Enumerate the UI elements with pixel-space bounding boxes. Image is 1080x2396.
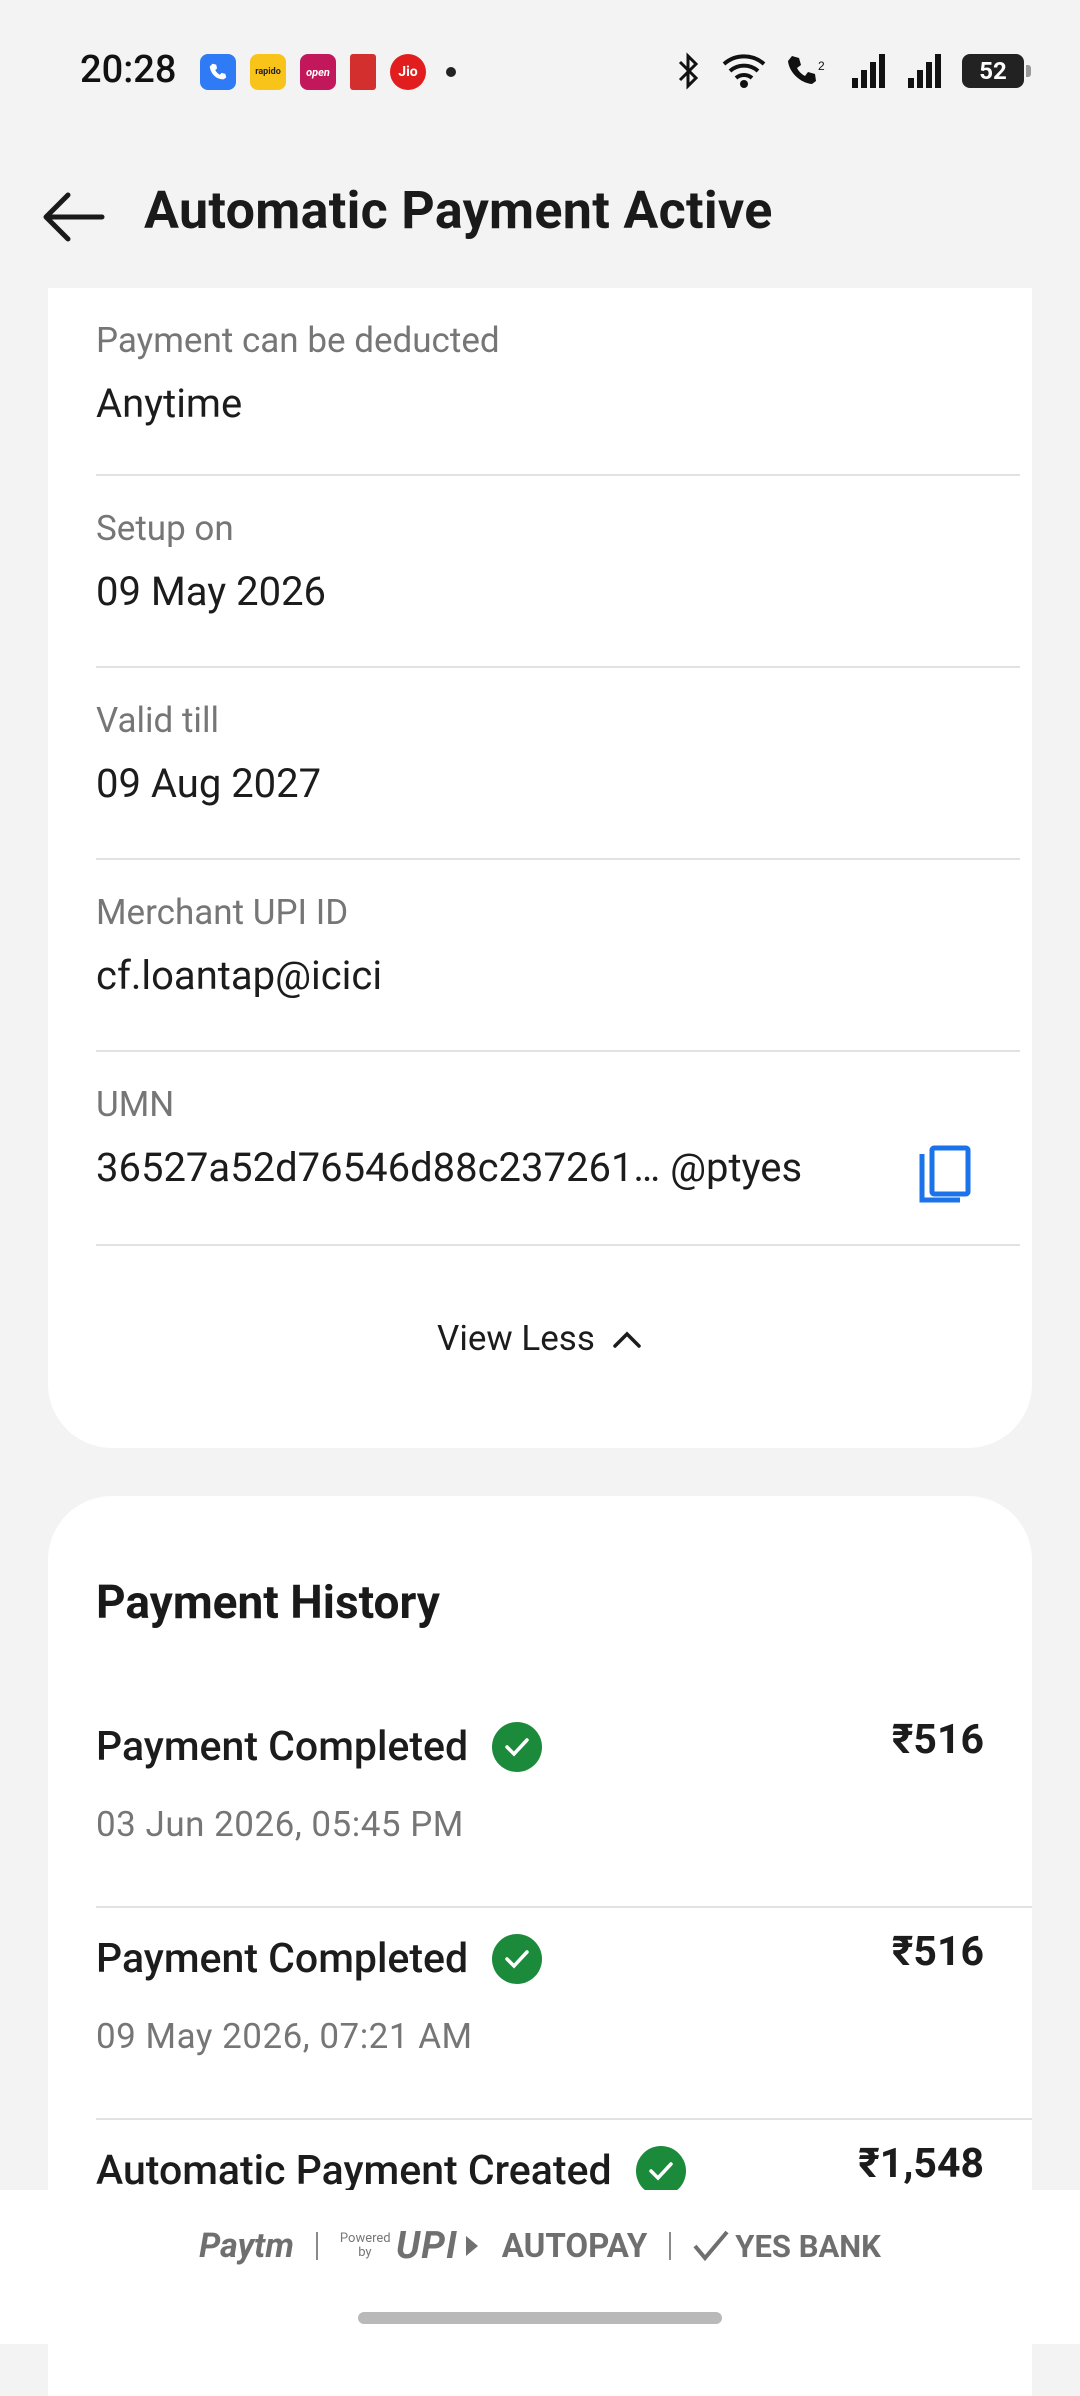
signal-2-icon [908, 54, 941, 88]
detail-row-deduction: Payment can be deducted Anytime [96, 288, 1020, 476]
check-circle-icon [492, 1722, 543, 1772]
copy-icon [919, 1145, 971, 1203]
upi-text: UPI [395, 2224, 458, 2268]
bluetooth-icon [678, 52, 699, 90]
upi-logo: Powered by UPI [340, 2224, 480, 2268]
view-less-label: View Less [437, 1318, 595, 1359]
status-time: 20:28 [80, 48, 177, 92]
mandate-details-card: Payment can be deducted Anytime Setup on… [48, 288, 1032, 1448]
status-bar: 20:28 rapido open Jio 2 52 [0, 0, 1080, 150]
detail-value: cf.loantap@icici [96, 952, 383, 999]
chevron-up-icon [613, 1331, 641, 1348]
book-app-icon [350, 54, 376, 90]
detail-row-setup-on: Setup on 09 May 2026 [96, 476, 1020, 668]
history-status: Payment Completed [96, 1722, 543, 1772]
system-icons: 2 52 [676, 52, 1031, 90]
detail-label: Merchant UPI ID [96, 892, 349, 933]
detail-label: Valid till [96, 700, 219, 741]
history-amount: ₹516 [891, 1928, 984, 1976]
app-header: Automatic Payment Active [0, 150, 1080, 290]
page-title: Automatic Payment Active [144, 180, 773, 241]
autopay-text: AUTOPAY [501, 2226, 648, 2266]
svg-text:2: 2 [818, 59, 825, 73]
history-item[interactable]: Payment Completed 03 Jun 2026, 05:45 PM … [96, 1694, 1032, 1908]
detail-value: 36527a52d76546d88c237261… @ptyes [96, 1144, 803, 1191]
history-date: 09 May 2026, 07:21 AM [96, 2016, 473, 2057]
detail-row-umn: UMN 36527a52d76546d88c237261… @ptyes [96, 1052, 1020, 1246]
open-app-icon: open [300, 54, 336, 90]
history-status: Automatic Payment Created [96, 2146, 686, 2196]
detail-value: Anytime [96, 380, 243, 427]
detail-label: Payment can be deducted [96, 320, 500, 361]
yes-bank-logo: YES BANK [693, 2228, 881, 2265]
copy-umn-button[interactable] [916, 1144, 976, 1208]
history-status: Payment Completed [96, 1934, 543, 1984]
check-circle-icon [492, 1934, 543, 1984]
rapido-app-icon: rapido [250, 54, 286, 90]
detail-label: UMN [96, 1084, 175, 1125]
history-amount: ₹1,548 [858, 2140, 984, 2188]
home-indicator[interactable] [358, 2312, 722, 2324]
notification-icons: rapido open Jio [200, 54, 456, 90]
volte-call-icon: 2 [788, 56, 825, 84]
yes-bank-tick-icon [693, 2230, 729, 2262]
powered-by-text: Powered by [339, 2231, 391, 2260]
history-date: 03 Jun 2026, 05:45 PM [96, 1804, 464, 1845]
footer-divider [669, 2232, 672, 2260]
jio-app-icon: Jio [390, 54, 426, 90]
history-amount: ₹516 [891, 1716, 984, 1764]
battery-icon: 52 [962, 54, 1031, 88]
detail-row-merchant-upi: Merchant UPI ID cf.loantap@icici [96, 860, 1020, 1052]
detail-value: 09 Aug 2027 [96, 760, 322, 807]
detail-value: 09 May 2026 [96, 568, 327, 615]
paytm-logo: Paytm [199, 2226, 294, 2266]
upi-arrow-icon [465, 2236, 478, 2256]
footer-logos: Paytm Powered by UPI AUTOPAY YES BANK [0, 2224, 1080, 2268]
footer-divider [315, 2232, 318, 2260]
wifi-icon [722, 54, 766, 88]
history-item[interactable]: Payment Completed 09 May 2026, 07:21 AM … [96, 1906, 1032, 2120]
back-button[interactable] [38, 182, 108, 252]
more-notifications-dot [446, 67, 456, 77]
history-status-label: Automatic Payment Created [96, 2147, 612, 2195]
history-status-label: Payment Completed [96, 1723, 469, 1771]
history-status-label: Payment Completed [96, 1935, 469, 1983]
check-circle-icon [635, 2146, 686, 2196]
detail-label: Setup on [96, 508, 234, 549]
phone-app-icon [200, 54, 236, 90]
signal-1-icon [852, 54, 885, 88]
yes-bank-text: YES BANK [735, 2227, 881, 2265]
payment-history-title: Payment History [96, 1576, 440, 1630]
detail-row-valid-till: Valid till 09 Aug 2027 [96, 668, 1020, 860]
back-arrow-icon [43, 192, 105, 242]
view-less-button[interactable]: View Less [48, 1318, 1032, 1359]
